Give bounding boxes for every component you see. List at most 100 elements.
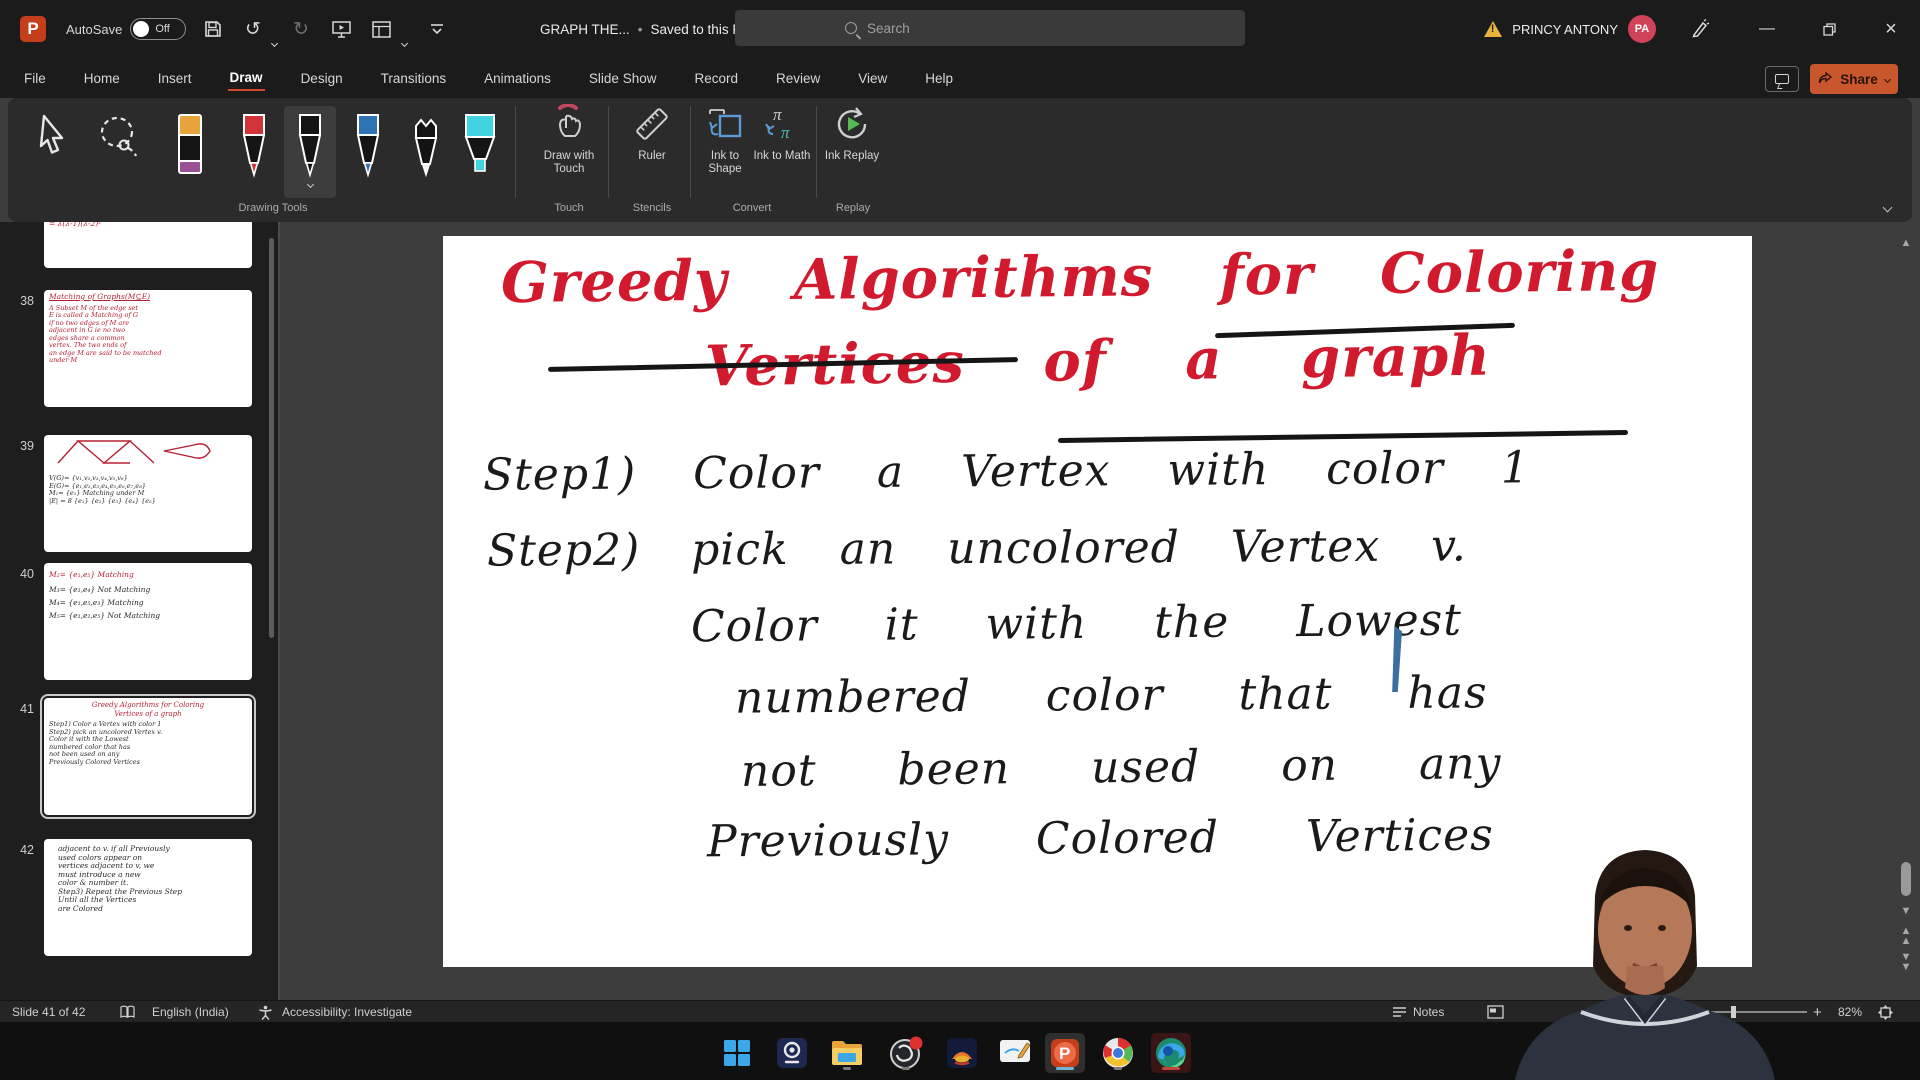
tab-view[interactable]: View (856, 67, 889, 90)
avatar[interactable]: PA (1628, 15, 1656, 43)
running-indicator (1114, 1067, 1122, 1070)
scroll-up-icon[interactable]: ▲ (1898, 238, 1914, 248)
obs-studio-icon[interactable] (886, 1033, 926, 1073)
undo-icon[interactable]: ↺ (240, 16, 266, 42)
ruler-button[interactable]: Ruler (614, 104, 690, 163)
ribbon-tab-row: File Home Insert Draw Design Transitions… (0, 58, 1920, 98)
collapse-ribbon-icon[interactable] (1884, 198, 1891, 216)
pen-options-chevron-icon[interactable] (308, 174, 313, 192)
autosave-label: AutoSave (66, 22, 122, 37)
ink-to-math-button[interactable]: ππ Ink to Math (752, 104, 812, 163)
zoom-in-button[interactable]: + (1813, 1001, 1822, 1023)
spellcheck-icon[interactable] (120, 1001, 135, 1023)
highlighter-tool-button[interactable] (454, 106, 506, 198)
thumbnail-slide-41-selected[interactable]: Greedy Algorithms for Coloring Vertices … (44, 698, 252, 815)
slide-body-line3: Color it with the Lowest (691, 595, 1462, 653)
ink-to-shape-icon (706, 104, 744, 144)
language-indicator[interactable]: English (India) (152, 1001, 229, 1023)
thumbnail-slide-42[interactable]: adjacent to v. if all Previously used co… (44, 839, 252, 956)
autosave-control[interactable]: AutoSave Off (66, 0, 186, 58)
pencil-tool-button[interactable] (400, 106, 452, 198)
tab-insert[interactable]: Insert (156, 67, 194, 90)
ink-to-shape-button[interactable]: Ink to Shape (694, 104, 756, 176)
toggle-knob (133, 21, 149, 37)
thumbnail-slide-40[interactable]: M₂= {e₁,e₅} Matching M₃= {e₁,e₄} Not Mat… (44, 563, 252, 680)
thumbnail-scrollbar[interactable] (269, 238, 274, 638)
tab-review[interactable]: Review (774, 67, 822, 90)
search-placeholder: Search (867, 21, 910, 36)
restore-button[interactable] (1806, 0, 1852, 58)
save-icon[interactable] (200, 16, 226, 42)
share-label: Share (1840, 72, 1878, 87)
eraser-tool-button[interactable] (164, 106, 216, 198)
thumbnail-text: = λ(λ-1)(λ-2) (1+λ = λ(λ-1)(λ-2)(λ-2) = … (44, 222, 252, 229)
redo-icon[interactable]: ↻ (288, 16, 314, 42)
warning-icon[interactable] (1484, 21, 1502, 37)
comments-button[interactable] (1765, 66, 1799, 92)
search-icon (845, 22, 857, 34)
select-tool-button[interactable] (26, 106, 78, 198)
accessibility-icon[interactable] (258, 1001, 273, 1023)
powerpoint-app-icon[interactable]: P (16, 0, 50, 58)
draw-with-touch-button[interactable]: Draw with Touch (531, 104, 607, 176)
group-label-touch: Touch (554, 202, 583, 214)
customize-quick-access-icon[interactable] (424, 16, 450, 42)
notes-button[interactable]: Notes (1392, 1001, 1444, 1023)
thumbnail-slide-39[interactable]: V(G)= {v₁,v₂,v₃,v₄,v₅,v₆} E(G)= {e₁,e₂,e… (44, 435, 252, 552)
document-title[interactable]: GRAPH THE... • Saved to this PC (540, 0, 764, 58)
undo-dropdown-icon[interactable] (268, 30, 280, 56)
zoom-level[interactable]: 82% (1838, 1001, 1862, 1023)
camera-app-icon[interactable] (772, 1033, 812, 1073)
share-button[interactable]: Share (1810, 64, 1898, 94)
search-input[interactable]: Search (735, 10, 1245, 46)
black-pen-button-selected[interactable] (284, 106, 336, 198)
edge-icon[interactable] (1151, 1033, 1191, 1073)
tab-record[interactable]: Record (692, 67, 740, 90)
previous-slide-icon[interactable]: ▲▲ (1898, 926, 1914, 946)
next-slide-icon[interactable]: ▼▼ (1898, 952, 1914, 972)
thumbnail-text: V(G)= {v₁,v₂,v₃,v₄,v₅,v₆} E(G)= {e₁,e₂,e… (44, 472, 252, 505)
ink-replay-label: Ink Replay (825, 150, 879, 163)
windows-logo-icon (724, 1040, 750, 1066)
red-pen-button[interactable] (228, 106, 280, 198)
thumbnail-slide-38[interactable]: Matching of Graphs(M⊆E) A Subset M of th… (44, 290, 252, 407)
slide-indicator[interactable]: Slide 41 of 42 (12, 1001, 85, 1023)
scroll-down-icon[interactable]: ▼ (1898, 906, 1914, 916)
whiteboard-app-icon[interactable] (995, 1033, 1035, 1073)
slide-number-38: 38 (4, 294, 34, 308)
fit-slide-to-window-icon[interactable] (1878, 1001, 1893, 1023)
ink-presenter-icon[interactable] (1690, 19, 1710, 39)
autosave-state: Off (155, 23, 169, 35)
start-button[interactable] (717, 1033, 757, 1073)
tab-slide-show[interactable]: Slide Show (587, 67, 659, 90)
tab-transitions[interactable]: Transitions (379, 67, 449, 90)
tab-home[interactable]: Home (82, 67, 122, 90)
ink-replay-button[interactable]: Ink Replay (820, 104, 884, 163)
preview-dropdown-icon[interactable] (398, 30, 410, 56)
group-label-replay: Replay (836, 202, 870, 214)
tab-draw[interactable]: Draw (228, 66, 265, 91)
video-app-icon[interactable] (942, 1033, 982, 1073)
thumbnail-text: adjacent to v. if all Previously used co… (44, 839, 252, 913)
autosave-toggle[interactable]: Off (130, 18, 186, 40)
lasso-select-button[interactable] (92, 106, 144, 198)
user-account-area[interactable]: PRINCY ANTONY PA (1484, 0, 1710, 58)
preview-grid-icon[interactable] (368, 16, 394, 42)
tab-file[interactable]: File (22, 67, 48, 90)
tab-help[interactable]: Help (923, 67, 955, 90)
file-explorer-icon[interactable] (827, 1033, 867, 1073)
start-slideshow-icon[interactable] (328, 16, 354, 42)
tab-animations[interactable]: Animations (482, 67, 553, 90)
chrome-icon[interactable] (1098, 1033, 1138, 1073)
powerpoint-taskbar-icon[interactable]: P (1045, 1033, 1085, 1073)
close-button[interactable]: × (1868, 0, 1914, 58)
blue-pen-button[interactable] (342, 106, 394, 198)
vertical-scrollbar-thumb[interactable] (1901, 862, 1911, 896)
slide-body-line4: numbered color that has (735, 667, 1488, 723)
svg-text:π: π (781, 123, 790, 142)
accessibility-status[interactable]: Accessibility: Investigate (282, 1001, 412, 1023)
minimize-button[interactable]: — (1744, 0, 1790, 58)
thumbnail-slide-37-partial[interactable]: = λ(λ-1)(λ-2) (1+λ = λ(λ-1)(λ-2)(λ-2) = … (44, 222, 252, 268)
tab-design[interactable]: Design (299, 67, 345, 90)
draw-with-touch-label: Draw with Touch (531, 150, 607, 176)
